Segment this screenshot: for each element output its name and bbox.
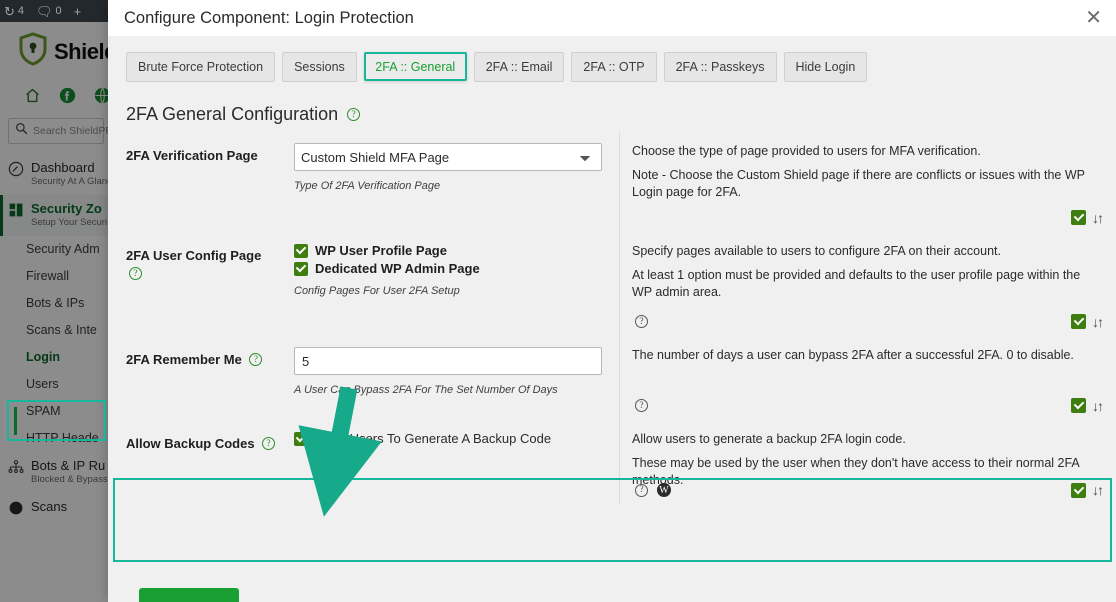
tab-hide-login[interactable]: Hide Login [783,52,868,82]
admin-bar-comments-count: 0 [55,5,62,17]
configure-component-modal: Configure Component: Login Protection ✕ … [108,0,1116,602]
option-row-allow-backup-codes: Allow Backup Codes ? Allow Users To Gene… [108,419,1116,504]
2fa-verification-page-select[interactable]: Custom Shield MFA Page [294,143,602,171]
option-label-text: 2FA User Config Page [126,248,262,263]
admin-bar-updates-count: 4 [17,5,25,17]
admin-bar-item-updates[interactable]: ↻ 4 [4,5,24,18]
option-footer: ↓↑ [632,210,1104,225]
option-enabled-checkbox[interactable] [1071,314,1086,329]
help-icon[interactable]: ? [262,437,276,451]
description-line: Note - Choose the Custom Shield page if … [632,167,1085,199]
sort-arrows-icon[interactable]: ↓↑ [1092,483,1104,497]
option-control: A User Can Bypass 2FA For The Set Number… [294,335,620,419]
sort-arrows-icon[interactable]: ↓↑ [1092,399,1104,413]
tab-2fa-passkeys[interactable]: 2FA :: Passkeys [663,52,777,82]
option-label: 2FA Remember Me ? [126,335,294,419]
option-label: 2FA User Config Page ? [126,231,294,335]
checkbox-label: Dedicated WP Admin Page [315,261,480,276]
modal-body: Brute Force Protection Sessions 2FA :: G… [108,36,1116,602]
description-line: The number of days a user can bypass 2FA… [632,348,1074,362]
allow-backup-codes-checkbox[interactable] [294,431,308,446]
option-row-2fa-verification-page: 2FA Verification Page Custom Shield MFA … [108,131,1116,231]
option-description: Allow users to generate a backup 2FA log… [620,419,1116,504]
option-footer: ? ↓↑ [632,398,1104,413]
checkbox-row[interactable]: Allow Users To Generate A Backup Code [294,431,605,446]
refresh-icon: ↻ [4,3,15,19]
option-hint: Config Pages For User 2FA Setup [294,285,460,297]
option-control: WP User Profile Page Dedicated WP Admin … [294,231,620,335]
dedicated-wp-admin-page-checkbox[interactable] [294,261,308,276]
section-heading: 2FA General Configuration ? [108,82,1116,131]
option-enabled-checkbox[interactable] [1071,482,1086,498]
option-footer: ? W ↓↑ [632,482,1104,498]
tab-2fa-otp[interactable]: 2FA :: OTP [571,52,657,82]
checkbox-row[interactable]: WP User Profile Page [294,243,605,258]
option-description: Specify pages available to users to conf… [620,231,1116,335]
help-icon[interactable]: ? [635,483,648,497]
modal-header: Configure Component: Login Protection ✕ [108,0,1116,36]
option-label-text: 2FA Verification Page [126,148,258,163]
help-icon[interactable]: ? [635,399,648,412]
tab-2fa-general[interactable]: 2FA :: General [363,52,467,81]
option-description: Choose the type of page provided to user… [620,131,1116,231]
option-hint: A User Can Bypass 2FA For The Set Number… [294,384,558,396]
page-root: ↻ 4 🗨 0 + Shield Search ShieldP Dashboar… [0,0,1116,602]
option-label-text: 2FA Remember Me [126,352,242,367]
help-icon[interactable]: ? [249,353,263,367]
description-line: At least 1 option must be provided and d… [632,267,1081,299]
admin-bar-item-comments[interactable]: 🗨 0 [36,5,62,18]
close-icon[interactable]: ✕ [1083,8,1104,28]
wordpress-icon[interactable]: W [657,483,671,498]
tab-brute-force-protection[interactable]: Brute Force Protection [126,52,276,82]
sort-arrows-icon[interactable]: ↓↑ [1092,211,1104,225]
option-description: The number of days a user can bypass 2FA… [620,335,1116,419]
checkbox-label: Allow Users To Generate A Backup Code [315,431,552,446]
option-enabled-checkbox[interactable] [1071,210,1086,225]
sort-arrows-icon[interactable]: ↓↑ [1092,315,1104,329]
option-label-text: Allow Backup Codes [126,436,255,451]
tab-2fa-email[interactable]: 2FA :: Email [473,52,565,82]
plus-icon: + [73,3,82,19]
comment-icon: 🗨 [36,3,53,19]
option-row-2fa-remember-me: 2FA Remember Me ? A User Can Bypass 2FA … [108,335,1116,419]
option-footer: ? ↓↑ [632,314,1104,329]
option-label: 2FA Verification Page [126,131,294,231]
description-line: Allow users to generate a backup 2FA log… [632,432,906,446]
option-control: Allow Users To Generate A Backup Code [294,419,620,504]
help-icon[interactable]: ? [347,108,361,121]
wp-user-profile-page-checkbox[interactable] [294,243,308,258]
admin-bar-item-new[interactable]: + [74,5,82,18]
description-line: Choose the type of page provided to user… [632,144,981,158]
option-label: Allow Backup Codes ? [126,419,294,504]
option-row-2fa-user-config-page: 2FA User Config Page ? WP User Profile P… [108,231,1116,335]
help-icon[interactable]: ? [129,267,142,281]
description-line: Specify pages available to users to conf… [632,244,1001,258]
modal-title: Configure Component: Login Protection [124,8,414,27]
tab-bar: Brute Force Protection Sessions 2FA :: G… [108,52,1116,82]
help-icon[interactable]: ? [635,315,648,328]
option-enabled-checkbox[interactable] [1071,398,1086,413]
option-control: Custom Shield MFA Page Type Of 2FA Verif… [294,131,620,231]
save-button[interactable] [139,588,239,602]
option-hint: Type Of 2FA Verification Page [294,180,441,192]
checkbox-row[interactable]: Dedicated WP Admin Page [294,261,605,276]
tab-sessions[interactable]: Sessions [282,52,357,82]
section-heading-label: 2FA General Configuration [126,104,339,124]
checkbox-label: WP User Profile Page [315,243,447,258]
2fa-remember-me-input[interactable] [294,347,602,375]
